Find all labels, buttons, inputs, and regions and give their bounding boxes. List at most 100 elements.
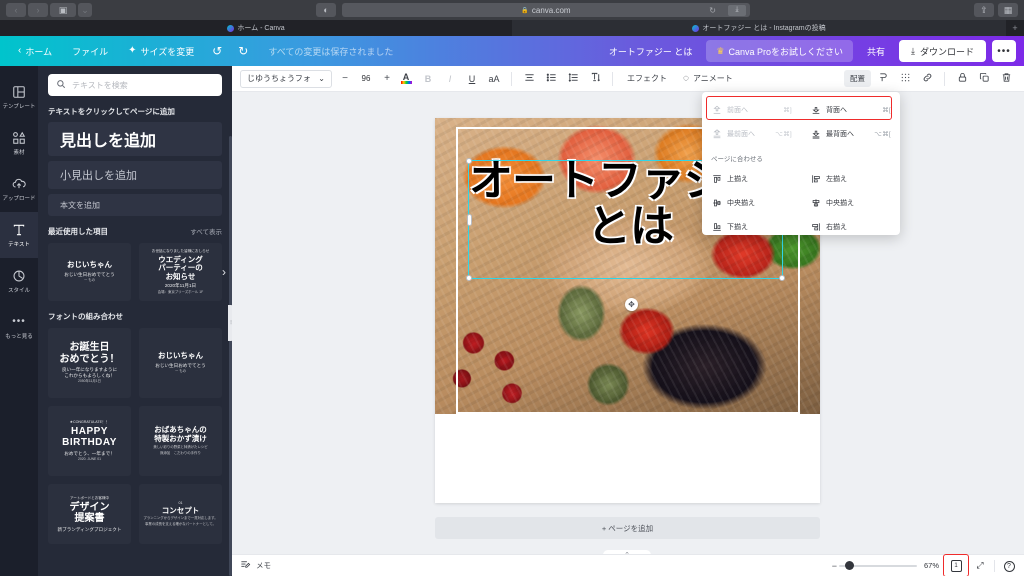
resize-handle-bottom-left[interactable] bbox=[466, 275, 472, 281]
bullet-list-button[interactable] bbox=[541, 70, 561, 88]
canvas-area[interactable]: オートファジー とは ✥ + ページを追加 ⌃ bbox=[232, 92, 1024, 554]
search-input[interactable] bbox=[72, 80, 214, 90]
template-card[interactable]: おばあちゃんの 特製おかず漬け 美しい彩りの野菜と柿漬けたレシピ 無添加 こだわ… bbox=[139, 406, 222, 476]
add-page-button[interactable]: + ページを追加 bbox=[435, 517, 820, 539]
rotate-handle[interactable]: ✥ bbox=[625, 298, 638, 311]
zoom-slider-track[interactable] bbox=[838, 561, 917, 570]
align-top-item[interactable]: 上揃え bbox=[702, 167, 801, 191]
try-canva-pro-button[interactable]: ♛ Canva Proをお試しください bbox=[706, 40, 853, 62]
link-button[interactable] bbox=[917, 70, 937, 88]
effects-button[interactable]: エフェクト bbox=[620, 73, 674, 84]
sidebar-item-uploads[interactable]: アップロード bbox=[0, 166, 38, 212]
template-card[interactable]: おじいちゃん おじい生日おめでてとう ー もの bbox=[48, 243, 131, 301]
text-color-button[interactable]: A bbox=[396, 70, 416, 88]
browser-url-field[interactable]: 🔒 canva.com ↻ ⤓ bbox=[342, 3, 750, 17]
text-align-button[interactable] bbox=[519, 70, 539, 88]
template-card[interactable]: 01 コンセプト プランニングからデザインまで一貫対応します。 事業の成長を支え… bbox=[139, 484, 222, 544]
browser-tab-active[interactable]: オートファジー とは - Instagramの投稿 bbox=[512, 20, 1006, 36]
download-button[interactable]: ⤓ ダウンロード bbox=[899, 40, 986, 62]
template-card-xs: 無添加 こだわりの手作り bbox=[160, 450, 201, 455]
carousel-next-icon[interactable]: › bbox=[222, 265, 226, 279]
top-more-options-button[interactable]: ••• bbox=[992, 40, 1016, 62]
font-size-increase-button[interactable]: + bbox=[380, 71, 394, 87]
document-title[interactable]: オートファジー とは bbox=[601, 45, 701, 58]
template-card[interactable]: お誕生日 おめでとう！ 良い一年になりますように これからもよろしくね！ 205… bbox=[48, 328, 131, 398]
template-card[interactable]: アートボードとお客様中 デザイン 提案書 新ブランディングプロジェクト bbox=[48, 484, 131, 544]
browser-tab-home[interactable]: ホーム - Canva bbox=[0, 20, 512, 36]
sidebar-caret-icon[interactable]: ⌄ bbox=[78, 3, 92, 17]
sidebar-item-text[interactable]: テキスト bbox=[0, 212, 38, 258]
arrange-button[interactable]: 配置 bbox=[844, 70, 871, 87]
letter-case-button[interactable]: aA bbox=[484, 70, 504, 88]
align-left-item[interactable]: 左揃え bbox=[801, 167, 900, 191]
vertical-text-button[interactable] bbox=[585, 70, 605, 88]
sidebar-item-templates-label: テンプレート bbox=[2, 104, 36, 110]
list-icon bbox=[546, 72, 557, 85]
position-button[interactable] bbox=[873, 70, 893, 88]
transparency-button[interactable] bbox=[895, 70, 915, 88]
resize-handle-top-left[interactable] bbox=[466, 158, 472, 164]
bold-button[interactable]: B bbox=[418, 70, 438, 88]
theme-toggle-icon[interactable]: ◐ bbox=[316, 3, 336, 17]
lock-button[interactable] bbox=[952, 70, 972, 88]
font-family-select[interactable]: じゆうちょうフォン... ⌄ bbox=[240, 69, 332, 88]
add-subheading-button[interactable]: 小見出しを追加 bbox=[48, 161, 222, 189]
sidebar-item-elements[interactable]: 素材 bbox=[0, 120, 38, 166]
notes-button[interactable]: メモ bbox=[240, 559, 271, 572]
reload-icon[interactable]: ↻ bbox=[709, 6, 716, 15]
bring-to-front-item[interactable]: 最前面へ ⌥⌘] bbox=[702, 122, 801, 146]
animate-button[interactable]: ◌ アニメート bbox=[676, 73, 740, 84]
zoom-slider-knob[interactable] bbox=[844, 561, 854, 570]
sidebar-toggle-icon[interactable]: ▣ bbox=[50, 3, 76, 17]
send-to-back-item[interactable]: 最背面へ ⌥⌘[ bbox=[801, 122, 900, 146]
download-indicator-icon[interactable]: ⤓ bbox=[728, 4, 746, 16]
sidebar-item-more[interactable]: ••• もっと見る bbox=[0, 304, 38, 350]
align-row-1: 上揃え 左揃え bbox=[702, 167, 900, 191]
template-card[interactable]: ★CONGRATULATE！！ HAPPY BIRTHDAY おめでとう、一年ま… bbox=[48, 406, 131, 476]
italic-button[interactable]: I bbox=[440, 70, 460, 88]
share-button[interactable]: 共有 bbox=[859, 45, 893, 58]
forward-icon[interactable]: › bbox=[28, 3, 48, 17]
template-card[interactable]: お世話になりました皆様におしらせ ウエディング パーティーの お知らせ 2020… bbox=[139, 243, 222, 301]
templates-icon bbox=[12, 84, 27, 99]
resize-button[interactable]: ✦ サイズを変更 bbox=[118, 41, 204, 61]
font-size-value[interactable]: 96 bbox=[354, 74, 378, 83]
recent-see-all-link[interactable]: すべて表示 bbox=[190, 226, 222, 236]
home-button[interactable]: ‹ ホーム bbox=[8, 41, 62, 61]
fullscreen-button[interactable]: ⤢ bbox=[973, 560, 987, 571]
resize-handle-middle-left[interactable] bbox=[466, 213, 472, 226]
undo-button[interactable]: ↺ bbox=[204, 41, 230, 61]
align-middle-item[interactable]: 中央揃え bbox=[702, 191, 801, 215]
tabs-overview-icon[interactable]: ▦ bbox=[998, 3, 1018, 17]
align-center-item[interactable]: 中央揃え bbox=[801, 191, 900, 215]
bring-forward-item[interactable]: 前面へ ⌘] bbox=[702, 98, 801, 122]
add-heading-button[interactable]: 見出しを追加 bbox=[48, 122, 222, 156]
align-left-icon bbox=[810, 174, 821, 185]
text-color-icon: A bbox=[402, 72, 410, 83]
page-count-button[interactable]: 1 bbox=[943, 554, 969, 576]
help-button[interactable]: ? bbox=[1002, 560, 1016, 572]
underline-button[interactable]: U bbox=[462, 70, 482, 88]
sidebar-item-templates[interactable]: テンプレート bbox=[0, 74, 38, 120]
align-bottom-item[interactable]: 下揃え bbox=[702, 215, 801, 239]
canva-top-bar: ‹ ホーム ファイル ✦ サイズを変更 ↺ ↻ すべての変更は保存されました オ… bbox=[0, 36, 1024, 66]
resize-handle-bottom-right[interactable] bbox=[779, 275, 785, 281]
file-menu-button[interactable]: ファイル bbox=[62, 41, 118, 61]
align-right-item[interactable]: 右揃え bbox=[801, 215, 900, 239]
duplicate-button[interactable] bbox=[974, 70, 994, 88]
send-backward-item[interactable]: 背面へ ⌘[ bbox=[801, 98, 900, 122]
redo-button[interactable]: ↻ bbox=[230, 41, 256, 61]
share-icon[interactable]: ⇪ bbox=[974, 3, 994, 17]
sidebar-item-styles[interactable]: スタイル bbox=[0, 258, 38, 304]
zoom-out-icon[interactable]: − bbox=[832, 561, 837, 571]
font-size-decrease-button[interactable]: − bbox=[338, 71, 352, 87]
add-body-button[interactable]: 本文を追加 bbox=[48, 194, 222, 216]
delete-button[interactable] bbox=[996, 70, 1016, 88]
back-icon[interactable]: ‹ bbox=[6, 3, 26, 17]
template-card[interactable]: おじいちゃん おじい生日おめでてとう ー もの bbox=[139, 328, 222, 398]
zoom-slider[interactable]: − bbox=[832, 561, 917, 571]
new-tab-icon[interactable]: + bbox=[1006, 23, 1024, 33]
font-combo-section-title: フォントの組み合わせ bbox=[48, 312, 123, 321]
line-spacing-button[interactable] bbox=[563, 70, 583, 88]
search-box[interactable] bbox=[48, 74, 222, 96]
